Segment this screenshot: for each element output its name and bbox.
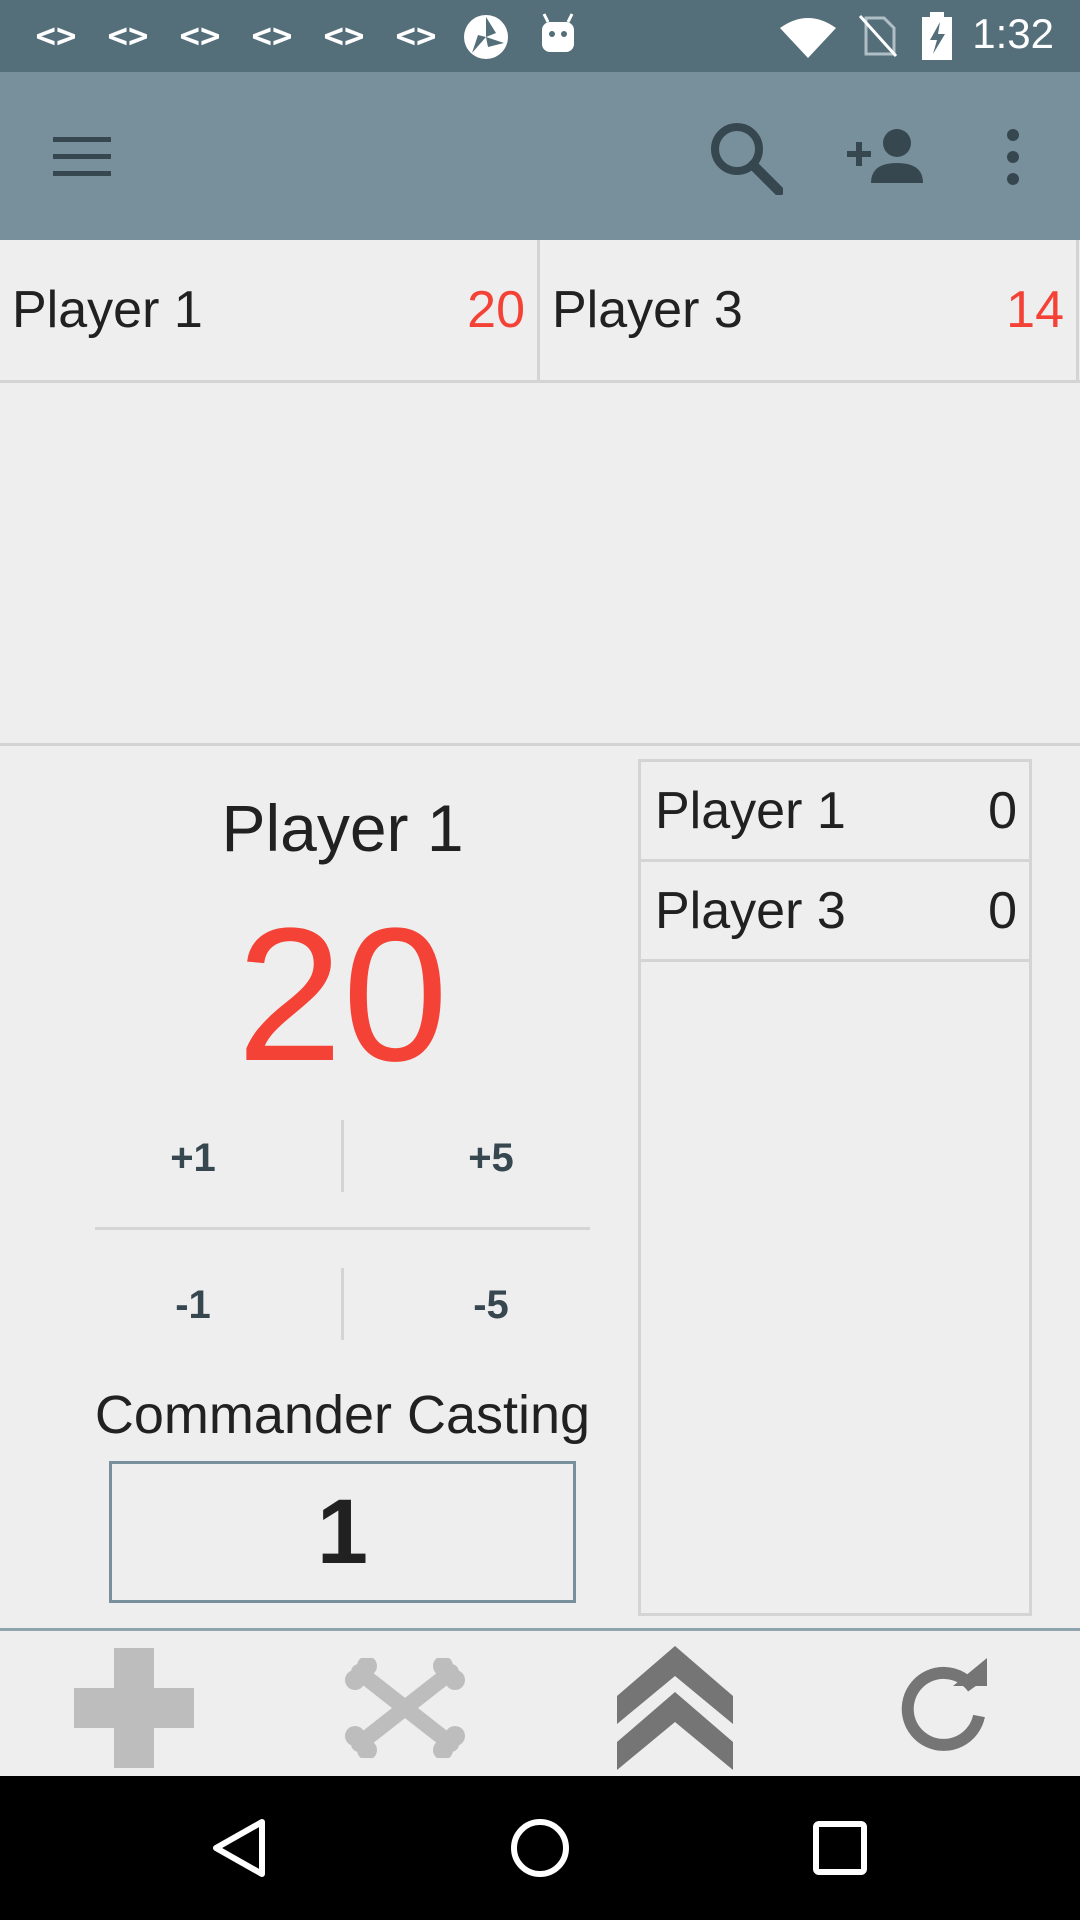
android-notification-icon <box>542 13 574 52</box>
players-strip: Player 1 20 Player 3 14 <box>0 240 1080 383</box>
player-tile[interactable]: Player 1 20 <box>0 240 537 380</box>
status-time: 1:32 <box>972 10 1054 57</box>
menu-icon[interactable] <box>38 112 128 202</box>
player-tile[interactable]: Player 3 14 <box>540 240 1076 380</box>
plus-one-button[interactable]: +1 <box>78 1118 308 1198</box>
battery-charging-icon <box>922 12 952 60</box>
app-notification-icon <box>464 15 508 59</box>
search-icon[interactable] <box>700 112 790 202</box>
rank-chevrons-icon[interactable] <box>610 1643 740 1773</box>
player-name: Player 1 <box>12 281 203 339</box>
code-notification-icon: <> <box>395 16 437 56</box>
bottom-toolbar <box>0 1628 1080 1776</box>
crossbones-icon[interactable] <box>340 1643 470 1773</box>
button-divider <box>341 1268 344 1340</box>
minus-one-button[interactable]: -1 <box>78 1265 308 1345</box>
status-bar: <> <> <> <> <> <> 1:32 <box>0 0 1080 72</box>
player-life: 14 <box>1006 281 1064 339</box>
reset-icon[interactable] <box>880 1643 1010 1773</box>
selected-player-life: 20 <box>236 889 449 1101</box>
player-life: 20 <box>467 281 525 339</box>
button-divider <box>95 1227 590 1230</box>
commander-damage-list: Player 1 0 Player 3 0 <box>638 759 1032 1616</box>
add-person-icon[interactable] <box>842 112 932 202</box>
code-notification-icon: <> <box>323 16 365 56</box>
selected-player-name: Player 1 <box>221 791 464 865</box>
no-sim-icon <box>858 14 898 58</box>
back-icon[interactable] <box>200 1808 280 1888</box>
commander-damage-row[interactable]: Player 1 0 <box>641 762 1029 862</box>
code-notification-icon: <> <box>179 16 221 56</box>
tile-divider <box>1076 240 1079 383</box>
commander-casting-field[interactable]: 1 <box>109 1461 576 1603</box>
heal-plus-icon[interactable] <box>69 1643 199 1773</box>
section-divider <box>0 743 1080 746</box>
button-divider <box>341 1120 344 1192</box>
home-icon[interactable] <box>500 1808 580 1888</box>
commander-damage-player: Player 3 <box>655 881 846 940</box>
commander-damage-row[interactable]: Player 3 0 <box>641 862 1029 962</box>
plus-five-button[interactable]: +5 <box>376 1118 606 1198</box>
commander-casting-label: Commander Casting <box>94 1385 591 1445</box>
commander-damage-value: 0 <box>988 881 1017 940</box>
more-vert-icon[interactable] <box>968 112 1058 202</box>
code-notification-icon: <> <box>251 16 293 56</box>
code-notification-icon: <> <box>35 16 77 56</box>
commander-damage-player: Player 1 <box>655 781 846 840</box>
minus-five-button[interactable]: -5 <box>376 1265 606 1345</box>
commander-damage-value: 0 <box>988 781 1017 840</box>
wifi-icon <box>780 18 836 58</box>
navigation-bar <box>0 1776 1080 1920</box>
code-notification-icon: <> <box>107 16 149 56</box>
recents-icon[interactable] <box>800 1808 880 1888</box>
player-name: Player 3 <box>552 281 743 339</box>
app-bar <box>0 72 1080 240</box>
tile-divider <box>537 240 540 383</box>
